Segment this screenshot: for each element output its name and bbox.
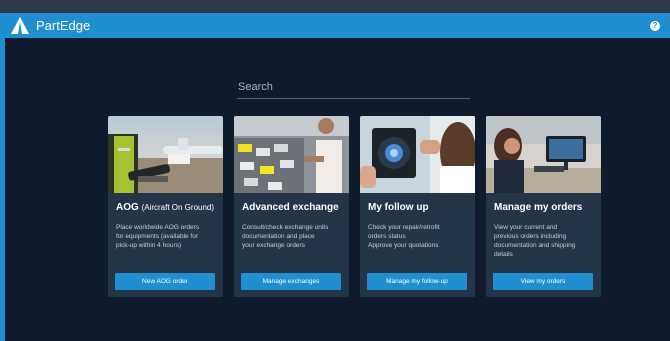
card-description: View your current and previous orders in… [494, 224, 576, 258]
manage-my-follow-up-button[interactable]: Manage my follow-up [367, 273, 467, 290]
search-field [237, 76, 472, 99]
search-input[interactable] [237, 76, 472, 98]
card-my-follow-up: My follow up Check your repair/retrofit … [360, 116, 475, 297]
app-header: PartEdge ? [0, 13, 670, 38]
manage-exchanges-button[interactable]: Manage exchanges [241, 273, 341, 290]
brand-name: PartEdge [36, 18, 91, 33]
card-title: Manage my orders [494, 202, 583, 213]
card-aog: AOG (Aircraft On Ground) Place worldwide… [108, 116, 223, 297]
help-icon[interactable]: ? [650, 21, 660, 31]
partedge-logo-icon [11, 17, 29, 34]
aog-image [108, 116, 223, 193]
card-description: Consult/check exchange units documentati… [242, 224, 329, 249]
follow-up-image [360, 116, 475, 193]
card-description: Check your repair/retrofit orders status… [368, 224, 440, 249]
manage-orders-image [486, 116, 601, 193]
top-strip [0, 0, 670, 13]
card-title: AOG (Aircraft On Ground) [116, 202, 215, 213]
left-rail [0, 38, 5, 341]
card-description: Place worldwide AOG orders for equipment… [116, 224, 200, 249]
card-advanced-exchange: Advanced exchange Consult/check exchange… [234, 116, 349, 297]
view-my-orders-button[interactable]: View my orders [493, 273, 593, 290]
card-manage-my-orders: Manage my orders View your current and p… [486, 116, 601, 297]
advanced-exchange-image [234, 116, 349, 193]
card-title: Advanced exchange [242, 202, 339, 213]
new-aog-order-button[interactable]: New AOG order [115, 273, 215, 290]
card-title: My follow up [368, 202, 429, 213]
